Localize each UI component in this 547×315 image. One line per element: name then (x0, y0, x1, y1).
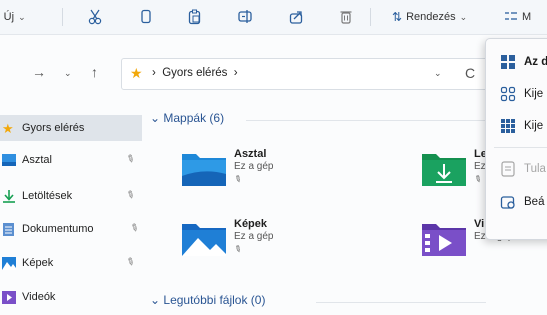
folder-location: Ez (474, 161, 486, 172)
folders-section-header[interactable]: ⌄ Mappák (6) (150, 111, 224, 125)
paste-icon (188, 9, 201, 25)
options-icon (500, 196, 515, 209)
view-dropdown-menu: Az d Kije Kije Tula Beá (485, 38, 547, 240)
cut-icon (88, 9, 102, 25)
desktop-folder-icon (182, 154, 226, 186)
view-icon (505, 12, 517, 20)
download-icon (3, 189, 15, 203)
sidebar-item-videos[interactable]: Videók (0, 284, 142, 310)
rename-button[interactable] (238, 8, 254, 26)
sidebar-item-label: Képek (22, 257, 54, 269)
sidebar-item-label: Letöltések (22, 190, 73, 202)
folder-tile-desktop[interactable]: Asztal Ez a gép ✎ (182, 148, 274, 190)
recent-files-section-title: Legutóbbi fájlok (0) (163, 293, 266, 307)
delete-button[interactable] (339, 8, 353, 26)
videos-folder-icon (422, 224, 466, 256)
pin-icon[interactable]: ✎ (123, 153, 136, 167)
sidebar-item-pictures[interactable]: Képek ✎ (0, 250, 142, 276)
sidebar-item-label: Gyors elérés (22, 122, 85, 134)
sidebar-item-label: Dokumentumo (22, 223, 94, 235)
cut-button[interactable] (88, 8, 102, 26)
pin-icon: ✎ (472, 172, 484, 186)
paste-button[interactable] (188, 8, 202, 26)
sort-icon: ⇅ (392, 10, 403, 24)
folder-name: Vi (474, 218, 485, 230)
folder-tile-pictures[interactable]: Képek Ez a gép ✎ (182, 218, 274, 260)
sort-label: Rendezés (406, 11, 456, 23)
menu-divider (494, 147, 547, 148)
menu-item-properties[interactable]: Tula (486, 154, 547, 184)
properties-icon (501, 161, 515, 177)
chevron-down-icon: ⌄ (459, 11, 468, 22)
view-button[interactable]: M (504, 8, 531, 26)
videos-icon (2, 290, 16, 304)
menu-item-label: Kije (524, 88, 544, 100)
pin-icon: ✎ (232, 242, 244, 256)
new-button[interactable]: ) Új ⌄ (0, 8, 26, 26)
pin-icon[interactable]: ✎ (123, 189, 136, 203)
rename-icon (238, 10, 252, 23)
star-icon: ★ (2, 120, 14, 136)
star-icon: ★ (130, 65, 143, 81)
toolbar-divider (62, 8, 63, 26)
pin-icon[interactable]: ✎ (127, 222, 140, 236)
folder-tile-downloads[interactable]: Le Ez ✎ (422, 148, 492, 190)
documents-icon (3, 222, 14, 236)
menu-item-layout-2[interactable]: Kije (486, 79, 547, 109)
sidebar-item-documents[interactable]: Dokumentumo ✎ (0, 216, 142, 242)
share-button[interactable] (289, 8, 305, 26)
pin-icon: ✎ (232, 172, 244, 186)
menu-item-label: Beá (524, 196, 545, 208)
file-explorer-window: ) Új ⌄ ⇅ Rendezés ⌄ M (0, 0, 547, 315)
share-icon (289, 11, 303, 24)
grid-medium-icon (500, 86, 516, 102)
sort-button[interactable]: ⇅ Rendezés ⌄ (392, 8, 467, 26)
breadcrumb[interactable]: › Gyors elérés › (152, 67, 238, 79)
sidebar-item-downloads[interactable]: Letöltések ✎ (0, 183, 142, 209)
folder-location: Ez a gép (234, 161, 274, 172)
downloads-folder-icon (422, 154, 466, 186)
folder-name: Képek (234, 218, 268, 230)
pictures-folder-icon (182, 224, 226, 256)
sidebar-item-quick-access[interactable]: ★ Gyors elérés (0, 115, 142, 141)
refresh-icon[interactable]: C (465, 65, 475, 81)
menu-item-options[interactable]: Beá (486, 187, 547, 217)
sidebar-item-label: Asztal (22, 154, 52, 166)
view-label: M (522, 11, 532, 23)
section-divider (246, 120, 486, 121)
menu-item-label: Az d (524, 56, 547, 68)
section-divider (316, 302, 486, 303)
sidebar-item-label: Videók (22, 291, 56, 303)
grid-small-icon (501, 119, 515, 133)
chevron-down-icon: ⌄ (18, 11, 26, 22)
pin-icon[interactable]: ✎ (123, 256, 136, 270)
breadcrumb-item[interactable]: Gyors elérés (162, 67, 227, 79)
recent-locations-chevron-icon[interactable]: ⌄ (64, 68, 72, 79)
new-label: Új (3, 11, 15, 23)
menu-item-label: Kije (524, 120, 544, 132)
address-dropdown-icon[interactable]: ⌄ (434, 68, 442, 79)
menu-item-label: Tula (524, 163, 546, 175)
folders-section-title: Mappák (6) (163, 111, 225, 125)
toolbar-divider (370, 8, 371, 26)
folder-name: Asztal (234, 148, 267, 160)
copy-icon (141, 9, 151, 24)
pictures-icon (2, 256, 16, 270)
forward-icon[interactable]: → (32, 64, 46, 80)
desktop-icon (2, 153, 16, 166)
menu-item-layout-1[interactable]: Az d (486, 47, 547, 77)
navigation-pane: ★ Gyors elérés Asztal ✎ Letöltések ✎ Dok… (0, 110, 142, 315)
trash-icon (340, 11, 352, 24)
recent-files-section-header[interactable]: ⌄ Legutóbbi fájlok (0) (150, 293, 265, 307)
copy-button[interactable] (139, 8, 153, 26)
address-bar[interactable]: ★ › Gyors elérés › ⌄ C (121, 58, 503, 90)
up-arrow-icon[interactable]: ↑ (91, 64, 98, 80)
menu-item-layout-3[interactable]: Kije (486, 111, 547, 141)
command-bar: ) Új ⌄ ⇅ Rendezés ⌄ M (0, 0, 547, 35)
sidebar-item-desktop[interactable]: Asztal ✎ (0, 147, 142, 173)
grid-large-icon (501, 55, 515, 69)
navigation-bar: → ⌄ ↑ ★ › Gyors elérés › ⌄ C (0, 56, 547, 92)
folder-location: Ez a gép (234, 231, 274, 242)
